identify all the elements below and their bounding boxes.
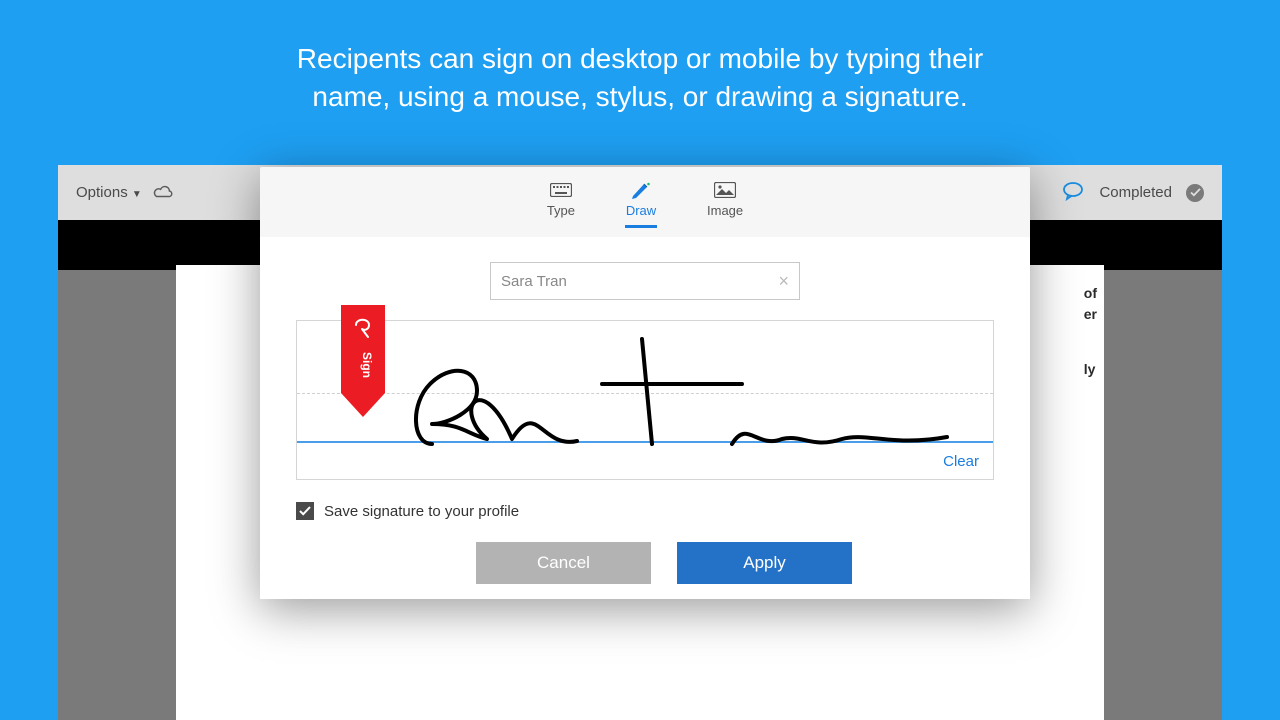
signature-dialog: Type Draw Image Sara Tran × [260, 167, 1030, 599]
signature-canvas[interactable]: Sign Clear [296, 320, 994, 480]
drawn-signature [392, 329, 962, 459]
image-icon [714, 181, 736, 199]
comment-icon[interactable] [1061, 181, 1085, 205]
promo-caption: Recipents can sign on desktop or mobile … [0, 0, 1280, 146]
tab-image[interactable]: Image [707, 181, 743, 224]
tab-draw[interactable]: Draw [625, 181, 657, 234]
keyboard-icon [550, 181, 572, 199]
dialog-body: Sara Tran × Sign Clear [260, 237, 1030, 599]
side-text-fragment: of er ly [1084, 283, 1097, 380]
signer-name-input[interactable]: Sara Tran × [490, 262, 800, 300]
dialog-buttons: Cancel Apply [476, 542, 994, 584]
sign-here-flag: Sign [341, 305, 385, 420]
options-menu[interactable]: Options ▼ [76, 184, 142, 201]
caption-line-2: name, using a mouse, stylus, or drawing … [312, 81, 967, 112]
clear-name-icon[interactable]: × [778, 271, 789, 292]
completed-check-icon [1186, 184, 1204, 202]
save-signature-checkbox[interactable] [296, 502, 314, 520]
chevron-down-icon: ▼ [132, 189, 142, 200]
caption-line-1: Recipents can sign on desktop or mobile … [297, 43, 983, 74]
completed-label: Completed [1099, 184, 1172, 201]
svg-text:Sign: Sign [360, 352, 374, 378]
clear-signature-link[interactable]: Clear [943, 453, 979, 470]
save-signature-label: Save signature to your profile [324, 503, 519, 520]
pen-draw-icon [630, 181, 652, 199]
tab-type[interactable]: Type [547, 181, 575, 224]
signature-mode-tabs: Type Draw Image [260, 167, 1030, 237]
apply-button[interactable]: Apply [677, 542, 852, 584]
save-signature-row[interactable]: Save signature to your profile [296, 502, 994, 520]
cloud-icon[interactable] [152, 183, 174, 203]
cancel-button[interactable]: Cancel [476, 542, 651, 584]
